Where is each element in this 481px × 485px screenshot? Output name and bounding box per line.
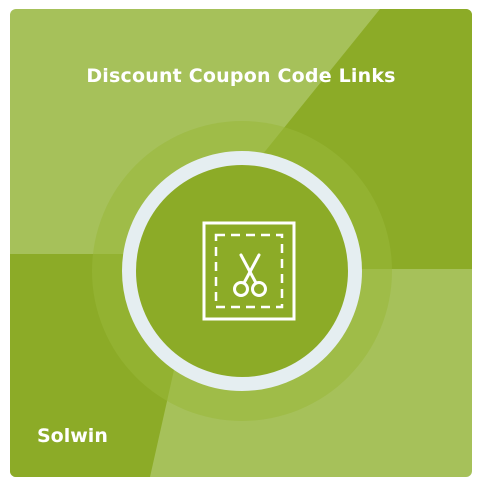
product-card: Discount Coupon Code Links Solwin xyxy=(10,9,472,477)
brand-name: Solwin xyxy=(37,425,108,447)
product-title: Discount Coupon Code Links xyxy=(86,65,396,87)
badge-ring xyxy=(122,151,362,391)
